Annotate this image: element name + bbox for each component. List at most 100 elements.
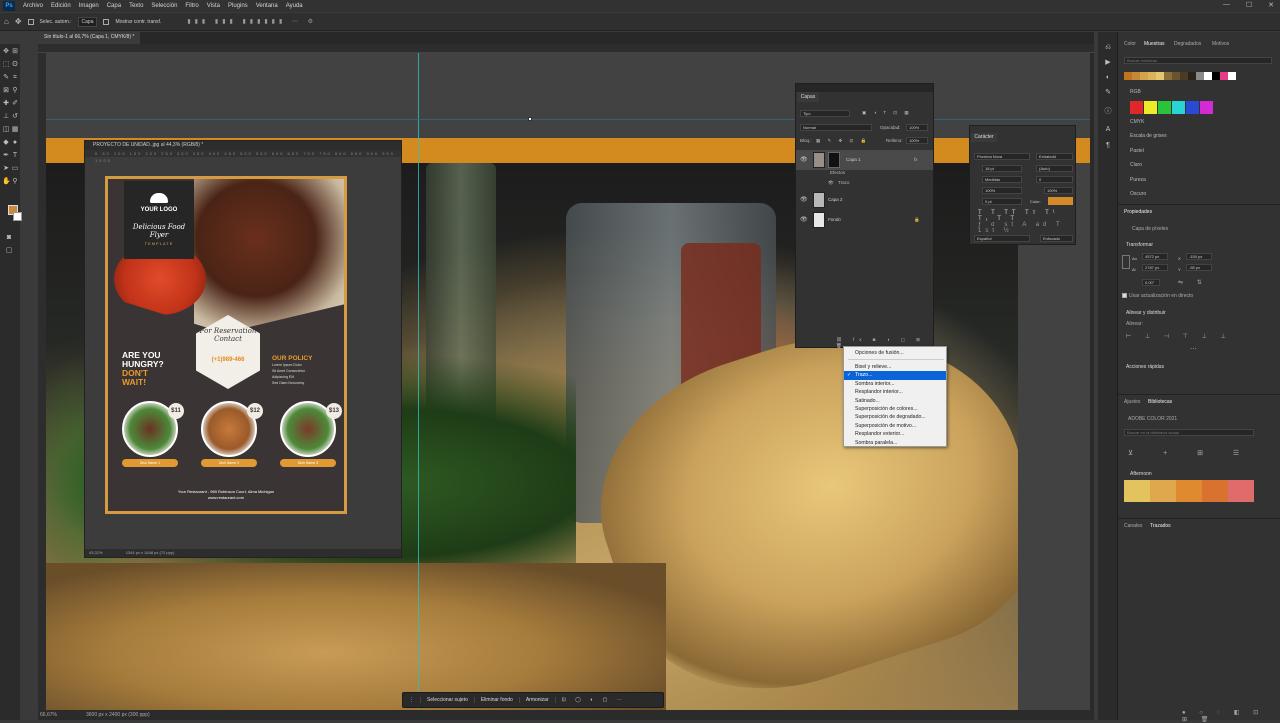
font-style-select[interactable]: Extrabold <box>1036 153 1073 160</box>
healing-tool-icon[interactable]: ✚ <box>2 100 10 108</box>
quick-select-tool-icon[interactable]: ✎ <box>2 74 10 82</box>
menu-seleccion[interactable]: Selección <box>151 3 177 9</box>
vertical-guide[interactable] <box>418 53 419 710</box>
visibility-eye-icon[interactable]: 👁 <box>800 156 808 163</box>
menu-ayuda[interactable]: Ayuda <box>286 3 303 9</box>
remove-background-button[interactable]: Eliminar fondo <box>475 697 520 703</box>
layer-fx-badge[interactable]: fx <box>914 157 918 162</box>
path-select-tool-icon[interactable]: ➤ <box>2 165 10 173</box>
swatch[interactable] <box>1196 72 1204 80</box>
opacity-field[interactable]: 100% <box>906 124 928 131</box>
tab-canales[interactable]: Canales <box>1124 523 1142 529</box>
floating-doc-zoom[interactable]: 43,32% <box>89 550 103 555</box>
menu-capa[interactable]: Capa <box>107 3 121 9</box>
type-style-buttons[interactable]: T T TT Tт T¹ T₁ T T <box>978 210 1075 222</box>
tab-motivos[interactable]: Motivos <box>1212 41 1229 47</box>
swatch[interactable] <box>1172 101 1185 114</box>
swatch[interactable] <box>1202 480 1228 502</box>
swatch[interactable] <box>1158 101 1171 114</box>
font-size-field[interactable]: 18 pt <box>982 165 1022 172</box>
theme-name[interactable]: Afternoon <box>1130 471 1152 477</box>
fill-field[interactable]: 100% <box>906 137 928 144</box>
more-options-icon[interactable]: ⋯ <box>1190 345 1197 353</box>
menu-satin[interactable]: Satinado... <box>844 397 946 405</box>
menu-blending-options[interactable]: Opciones de fusión... <box>844 349 946 357</box>
kerning-field[interactable]: Medidas <box>982 176 1022 183</box>
floating-doc-title[interactable]: PROYECTO DE UNIDAD..jpg al 44,3% (RGB/8)… <box>85 141 401 150</box>
marquee-tool-icon[interactable]: ⬚ <box>2 61 10 69</box>
tab-bibliotecas[interactable]: Bibliotecas <box>1148 399 1172 405</box>
hand-tool-icon[interactable]: ✋ <box>2 178 11 186</box>
layer-select[interactable]: Capa <box>77 16 98 27</box>
minimize-icon[interactable]: — <box>1223 1 1230 9</box>
height-field[interactable]: 2787 px <box>1142 264 1168 271</box>
channels-panel[interactable]: Canales Trazados ● ○ ◌ ◧ ⊡ ⊞ 🗑 <box>1118 518 1280 723</box>
horizontal-scale-field[interactable]: 100% <box>1044 187 1073 194</box>
swatch-folder-rgb[interactable]: RGB <box>1130 89 1141 95</box>
gradient-tool-icon[interactable]: ▦ <box>11 126 19 134</box>
tab-color[interactable]: Color <box>1124 41 1136 47</box>
live-update-checkbox[interactable] <box>1122 293 1127 298</box>
theme-swatches[interactable] <box>1124 480 1254 502</box>
rgb-swatches[interactable] <box>1130 101 1213 114</box>
show-controls-checkbox[interactable] <box>103 18 110 25</box>
menu-outer-glow[interactable]: Resplandor exterior... <box>844 430 946 438</box>
history-icon[interactable]: ⎌ <box>1104 44 1112 52</box>
menu-vista[interactable]: Vista <box>207 3 220 9</box>
swatch-folder-cmyk[interactable]: CMYK <box>1130 119 1144 125</box>
pen-tool-icon[interactable]: ✒ <box>2 152 10 160</box>
layer-row-capa-2[interactable]: 👁 Capa 2 <box>796 190 933 210</box>
layers-panel[interactable]: Capas Tipo ▣ ◑ T ⊡ ▦ Normal Opacidad: 10… <box>795 83 934 348</box>
menu-filtro[interactable]: Filtro <box>185 3 198 9</box>
drag-handle-icon[interactable]: ⋮ <box>403 697 421 703</box>
tracking-field[interactable]: 0 <box>1036 176 1073 183</box>
transform-heading[interactable]: Transformar <box>1126 242 1153 248</box>
leading-field[interactable]: (Auto) <box>1036 165 1073 172</box>
swatch[interactable] <box>1124 480 1150 502</box>
swatch[interactable] <box>1186 101 1199 114</box>
quick-mask-icon[interactable]: ◙ <box>5 234 13 242</box>
swatch[interactable] <box>1144 101 1157 114</box>
dodge-tool-icon[interactable]: ● <box>11 139 19 147</box>
flip-icons[interactable]: ⇋ ⇅ <box>1178 279 1208 286</box>
menu-pattern-overlay[interactable]: Superposición de motivo... <box>844 422 946 430</box>
visibility-eye-icon[interactable]: 👁 <box>800 216 808 223</box>
info-icon[interactable]: ⓘ <box>1104 108 1112 116</box>
adjustments-icon[interactable]: ◐ <box>1104 74 1112 82</box>
layer-filter-icons[interactable]: ▣ ◑ T ⊡ ▦ <box>862 110 912 116</box>
menu-stroke[interactable]: ✓ Trazo... <box>844 371 946 380</box>
swatch[interactable] <box>1164 72 1172 80</box>
align-icons[interactable]: ▮▮▮ ▮▮▮ ▮▮▮▮▮▮ ⋯ ⚙ <box>187 18 317 25</box>
baseline-field[interactable]: 0 pt <box>982 198 1022 205</box>
layer-name[interactable]: Fondo <box>828 217 841 222</box>
stamp-tool-icon[interactable]: ⊥ <box>2 113 10 121</box>
menu-drop-shadow[interactable]: Sombra paralela... <box>844 439 946 447</box>
swatch[interactable] <box>1188 72 1196 80</box>
menu-plugins[interactable]: Plugins <box>228 3 248 9</box>
menu-bevel-emboss[interactable]: Bisel y relieve... <box>844 363 946 371</box>
swatch[interactable] <box>1228 480 1254 502</box>
swatch-folder-pastel[interactable]: Pastel <box>1130 148 1144 154</box>
tab-caracter[interactable]: Carácter <box>971 133 997 142</box>
library-filter-icons[interactable]: ⊻ + ⊞ ☰ <box>1128 449 1253 457</box>
layer-name[interactable]: Capa 2 <box>828 197 843 202</box>
crop-tool-icon[interactable]: ⌗ <box>11 74 19 82</box>
brush-tool-icon[interactable]: ✐ <box>11 100 19 108</box>
frame-tool-icon[interactable]: ⊠ <box>2 87 10 95</box>
swatch[interactable] <box>1200 101 1213 114</box>
layer-row-fondo[interactable]: 👁 Fondo 🔒 <box>796 210 933 230</box>
effect-eye-icon[interactable]: 👁 <box>828 180 834 186</box>
type-tool-icon[interactable]: T <box>11 152 19 160</box>
tab-ajustes[interactable]: Ajustes <box>1124 399 1140 405</box>
text-color-swatch[interactable] <box>1048 197 1073 205</box>
menu-color-overlay[interactable]: Superposición de colores... <box>844 405 946 413</box>
x-field[interactable]: -150 px <box>1186 253 1212 260</box>
layer-effect-stroke-row[interactable]: 👁 Trazo <box>796 178 933 188</box>
vertical-scale-field[interactable]: 100% <box>982 187 1022 194</box>
status-zoom[interactable]: 66,67% <box>40 712 57 718</box>
library-name[interactable]: ADOBE COLOR 2021 <box>1128 416 1177 422</box>
blend-mode-select[interactable]: Normal <box>800 124 872 131</box>
menu-imagen[interactable]: Imagen <box>79 3 99 9</box>
paths-footer-icons[interactable]: ● ○ ◌ ◧ ⊡ ⊞ 🗑 <box>1182 709 1280 723</box>
layers-panel-header[interactable] <box>796 84 933 92</box>
